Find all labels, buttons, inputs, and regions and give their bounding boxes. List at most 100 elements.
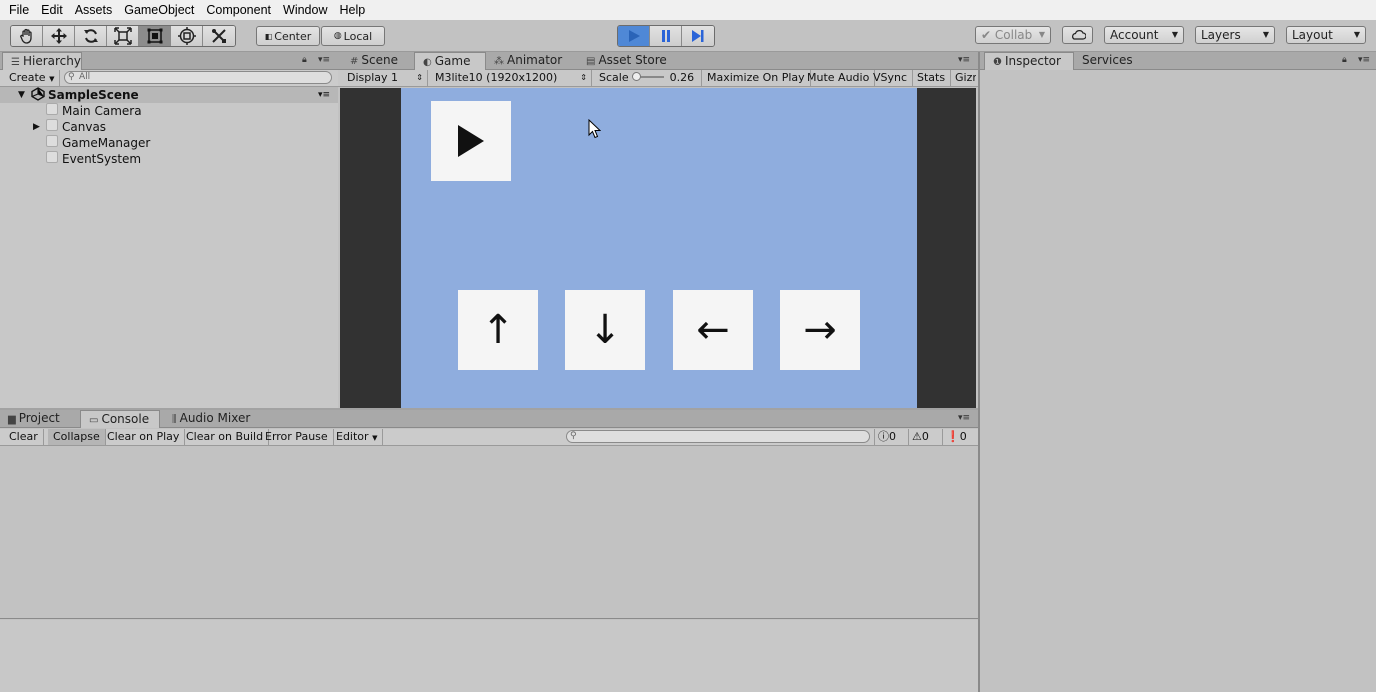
editor-dropdown[interactable]: Editor ▼ xyxy=(331,429,384,445)
move-tool-button[interactable] xyxy=(43,26,75,46)
clear-on-play-toggle[interactable]: Clear on Play xyxy=(102,429,186,445)
error-count-toggle[interactable]: ❗0 xyxy=(942,429,970,445)
store-icon: ▤ xyxy=(586,56,596,67)
inspector-panel: ❶ Inspector Services 🔒︎ ▾≡ xyxy=(978,52,1376,692)
tab-inspector-label: Inspector xyxy=(1004,54,1061,68)
info-icon: ⓘ xyxy=(878,430,889,443)
collab-dropdown[interactable]: ✔ Collab ▼ xyxy=(975,26,1051,44)
hierarchy-search-input[interactable]: ⚲ All xyxy=(64,71,332,84)
game-left-button[interactable]: ← xyxy=(673,290,753,370)
step-button[interactable] xyxy=(682,26,714,46)
dropdown-arrow-icon: ▼ xyxy=(1353,30,1360,39)
global-icon: ◍ xyxy=(333,31,342,41)
clear-on-build-toggle[interactable]: Clear on Build xyxy=(181,429,270,445)
scene-menu-icon[interactable]: ▾≡ xyxy=(318,87,330,103)
pivot-space-toggle[interactable]: ◍ Local xyxy=(321,26,385,46)
custom-tool-button[interactable] xyxy=(203,26,235,46)
error-pause-toggle[interactable]: Error Pause xyxy=(260,429,334,445)
pivot-center-toggle[interactable]: ◧ Center xyxy=(256,26,320,46)
editor-label: Editor xyxy=(336,430,369,443)
menu-gameobject[interactable]: GameObject xyxy=(118,0,200,20)
transform-tool-button[interactable] xyxy=(171,26,203,46)
scene-name: SampleScene xyxy=(48,88,139,102)
tab-asset-store[interactable]: ▤ Asset Store xyxy=(578,52,667,70)
scene-row[interactable]: ▼ SampleScene ▾≡ xyxy=(0,87,338,103)
tab-hierarchy[interactable]: ☰ Hierarchy xyxy=(2,52,82,70)
gizmos-dropdown[interactable]: Gizr xyxy=(950,70,976,86)
game-down-button[interactable]: ↓ xyxy=(565,290,645,370)
layers-dropdown[interactable]: Layers ▼ xyxy=(1195,26,1275,44)
list-item[interactable]: EventSystem xyxy=(0,151,338,167)
info-count-toggle[interactable]: ⓘ0 xyxy=(874,429,899,445)
panel-menu-icon[interactable]: ▾≡ xyxy=(958,55,970,65)
list-item[interactable]: Main Camera xyxy=(0,103,338,119)
scale-tool-button[interactable] xyxy=(107,26,139,46)
tab-inspector[interactable]: ❶ Inspector xyxy=(984,52,1074,70)
pivot-label: Center xyxy=(274,29,312,43)
clear-button[interactable]: Clear xyxy=(4,429,44,445)
panel-menu-icon[interactable]: ▾≡ xyxy=(1358,55,1370,65)
console-search-input[interactable]: ⚲ xyxy=(566,430,870,443)
game-right-button[interactable]: → xyxy=(780,290,860,370)
tab-console[interactable]: ▭ Console xyxy=(80,410,160,428)
game-up-button[interactable]: ↑ xyxy=(458,290,538,370)
mixer-icon: ⫼ xyxy=(172,414,177,425)
scale-slider[interactable] xyxy=(632,72,665,81)
rotate-tool-button[interactable] xyxy=(75,26,107,46)
lock-icon[interactable]: 🔒︎ xyxy=(1342,55,1347,65)
collapse-label: Collapse xyxy=(53,430,100,443)
create-dropdown[interactable]: Create ▼ xyxy=(4,70,61,86)
custom-tool-icon xyxy=(212,29,226,43)
slider-thumb[interactable] xyxy=(632,72,642,81)
hand-tool-button[interactable] xyxy=(11,26,43,46)
expand-down-icon[interactable]: ▼ xyxy=(18,87,25,103)
resolution-dropdown[interactable]: M3lite10 (1920x1200) ⇕ xyxy=(430,70,592,86)
menu-bar: File Edit Assets GameObject Component Wi… xyxy=(0,0,1376,20)
gameobject-icon xyxy=(46,135,58,147)
play-icon xyxy=(628,30,640,42)
display-dropdown[interactable]: Display 1 ⇕ xyxy=(342,70,428,86)
panel-menu-icon[interactable]: ▾≡ xyxy=(958,413,970,423)
menu-edit[interactable]: Edit xyxy=(35,0,69,20)
pause-button[interactable] xyxy=(650,26,682,46)
mute-label: Mute Audio xyxy=(807,71,870,84)
collapse-toggle[interactable]: Collapse xyxy=(48,429,106,445)
account-dropdown[interactable]: Account ▼ xyxy=(1104,26,1184,44)
error-pause-label: Error Pause xyxy=(265,430,328,443)
tab-audio-mixer[interactable]: ⫼ Audio Mixer xyxy=(164,410,250,428)
clear-on-play-label: Clear on Play xyxy=(107,430,180,443)
panel-menu-icon[interactable]: ▾≡ xyxy=(318,55,330,65)
maximize-on-play-toggle[interactable]: Maximize On Play xyxy=(702,70,811,86)
right-arrow-icon: → xyxy=(803,307,837,353)
mute-audio-toggle[interactable]: Mute Audio xyxy=(802,70,876,86)
game-play-button[interactable] xyxy=(431,101,511,181)
list-item[interactable]: GameManager xyxy=(0,135,338,151)
stats-label: Stats xyxy=(917,71,946,84)
menu-file[interactable]: File xyxy=(3,0,35,20)
tab-services[interactable]: Services xyxy=(1074,52,1133,70)
cloud-button[interactable] xyxy=(1062,26,1093,44)
console-detail-area[interactable] xyxy=(0,620,978,692)
play-button[interactable] xyxy=(618,26,650,46)
menu-component[interactable]: Component xyxy=(200,0,277,20)
main-toolbar: ◧ Center ◍ Local ✔ Collab ▼ Account ▼ Layers… xyxy=(0,20,1376,52)
tab-project[interactable]: ▆ Project xyxy=(0,410,60,428)
layout-dropdown[interactable]: Layout ▼ xyxy=(1286,26,1366,44)
menu-help[interactable]: Help xyxy=(333,0,371,20)
expand-right-icon[interactable]: ▶ xyxy=(33,119,40,135)
lock-icon[interactable]: 🔒︎ xyxy=(302,55,307,65)
tab-game[interactable]: ◐ Game xyxy=(414,52,486,70)
console-log-list[interactable] xyxy=(0,447,978,619)
vsync-toggle[interactable]: VSync xyxy=(868,70,914,86)
list-item[interactable]: ▶ Canvas xyxy=(0,119,338,135)
warning-count-toggle[interactable]: ⚠0 xyxy=(908,429,932,445)
stats-toggle[interactable]: Stats xyxy=(912,70,952,86)
rect-tool-icon xyxy=(147,28,162,44)
menu-assets[interactable]: Assets xyxy=(69,0,119,20)
rect-tool-button[interactable] xyxy=(139,26,171,46)
step-icon xyxy=(692,30,704,42)
menu-window[interactable]: Window xyxy=(277,0,333,20)
tab-animator[interactable]: ⁂ Animator xyxy=(486,52,562,70)
tab-scene[interactable]: # Scene xyxy=(342,52,398,70)
console-panel: ▆ Project ▭ Console ⫼ Audio Mixer ▾≡ Clear … xyxy=(0,410,978,692)
